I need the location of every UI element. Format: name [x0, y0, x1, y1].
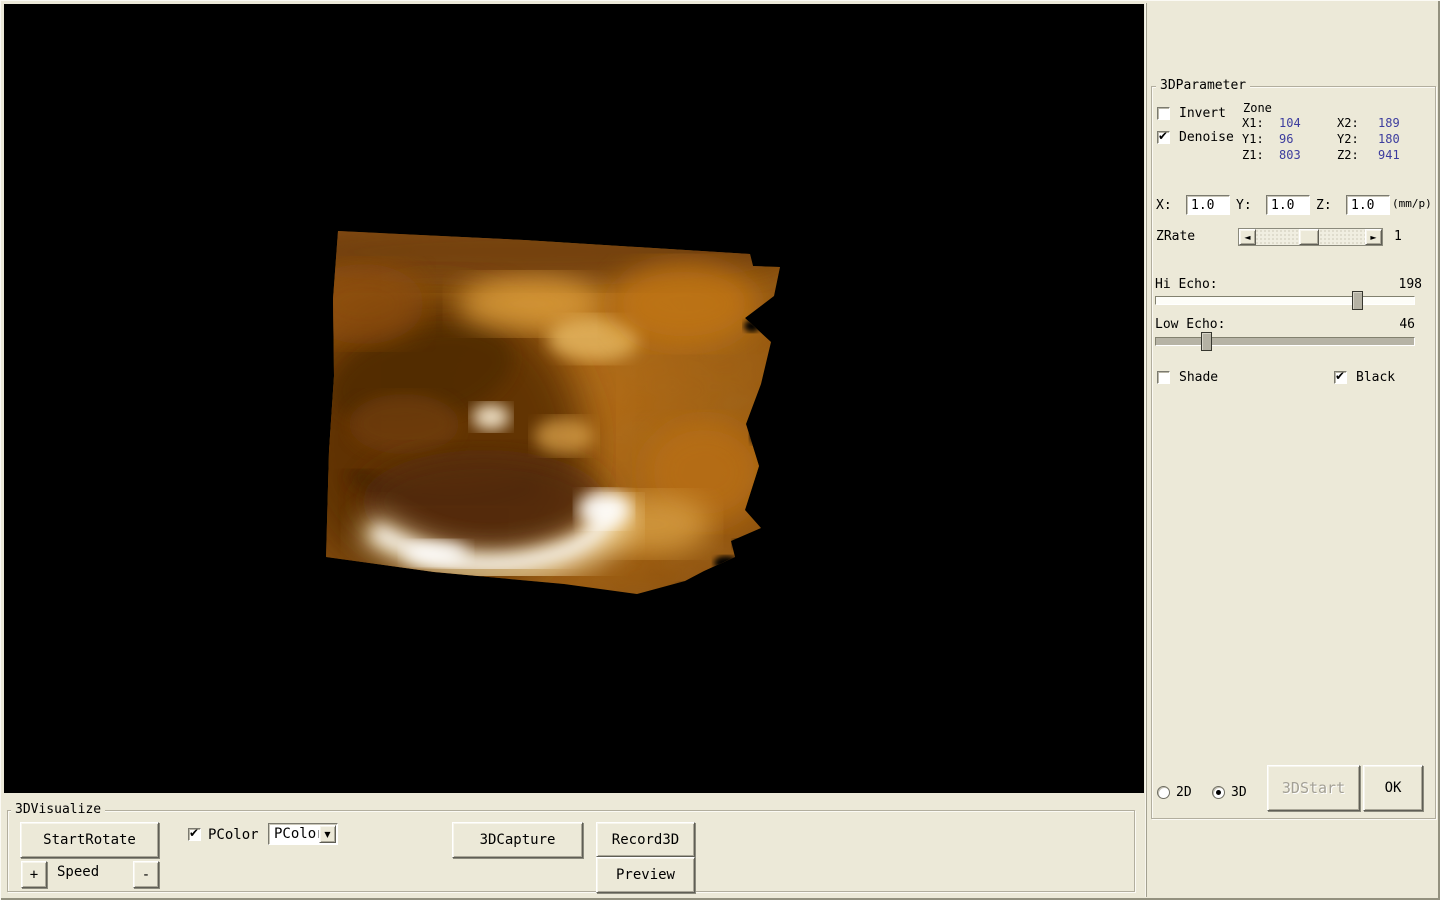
- ultrasound-render: [326, 231, 780, 594]
- zone-x2-value: 189: [1378, 116, 1400, 130]
- low-echo-value: 46: [1399, 317, 1415, 332]
- render-viewport[interactable]: [4, 4, 1144, 793]
- zone-y2-label: Y2:: [1337, 132, 1359, 146]
- black-label: Black: [1356, 370, 1396, 385]
- shade-label: Shade: [1179, 370, 1219, 385]
- mode-2d-radio[interactable]: [1157, 786, 1170, 799]
- pcolor-label: PColor: [208, 827, 259, 843]
- app-window: 3DParameter Invert Denoise Zone X1: 104 …: [0, 0, 1440, 900]
- pcolor-dropdown-value: PColor: [274, 826, 325, 842]
- y-scale-input[interactable]: [1266, 195, 1310, 215]
- y-scale-label: Y:: [1236, 198, 1252, 213]
- zone-x2-label: X2:: [1337, 116, 1359, 130]
- mode-3d-label: 3D: [1231, 785, 1247, 800]
- black-checkbox[interactable]: [1334, 369, 1347, 384]
- pcolor-dropdown[interactable]: PColor ▼: [268, 823, 338, 845]
- speed-minus-button[interactable]: -: [133, 861, 159, 888]
- ok-button[interactable]: OK: [1363, 765, 1423, 811]
- parameter-group-title: 3DParameter: [1156, 79, 1251, 93]
- zrate-left-arrow-icon[interactable]: ◄: [1239, 229, 1256, 245]
- speed-label: Speed: [57, 864, 100, 880]
- mode-3d-radio[interactable]: [1212, 786, 1225, 799]
- mode-2d-label: 2D: [1176, 785, 1192, 800]
- 3dcapture-button[interactable]: 3DCapture: [452, 822, 583, 858]
- visualize-group-title: 3DVisualize: [11, 803, 106, 817]
- panel-divider: [1146, 3, 1147, 897]
- zone-x1-label: X1:: [1242, 116, 1264, 130]
- pcolor-checkbox[interactable]: [188, 826, 201, 841]
- chevron-down-icon[interactable]: ▼: [319, 825, 336, 843]
- invert-label: Invert: [1179, 106, 1226, 121]
- zrate-scroll-thumb[interactable]: [1299, 229, 1319, 245]
- zrate-value: 1: [1394, 229, 1402, 244]
- 3dstart-button[interactable]: 3DStart: [1267, 765, 1360, 811]
- x-scale-label: X:: [1156, 198, 1172, 213]
- zone-z1-value: 803: [1279, 148, 1301, 162]
- hi-echo-slider-thumb[interactable]: [1352, 291, 1363, 310]
- zone-y1-label: Y1:: [1242, 132, 1264, 146]
- record3d-button[interactable]: Record3D: [596, 822, 695, 857]
- start-rotate-button[interactable]: StartRotate: [20, 822, 159, 858]
- speed-plus-button[interactable]: +: [21, 861, 47, 888]
- denoise-label: Denoise: [1179, 130, 1234, 145]
- z-scale-input[interactable]: [1346, 195, 1390, 215]
- low-echo-slider-track[interactable]: [1155, 337, 1415, 346]
- low-echo-slider-thumb[interactable]: [1201, 332, 1212, 351]
- invert-checkbox[interactable]: [1157, 107, 1170, 120]
- scale-unit-label: (mm/p): [1392, 197, 1432, 210]
- zone-y1-value: 96: [1279, 132, 1294, 146]
- zone-y2-value: 180: [1378, 132, 1400, 146]
- denoise-checkbox[interactable]: [1157, 129, 1170, 144]
- zone-z2-label: Z2:: [1337, 148, 1359, 162]
- low-echo-label: Low Echo:: [1155, 317, 1226, 332]
- hi-echo-slider-track[interactable]: [1155, 296, 1415, 305]
- z-scale-label: Z:: [1316, 198, 1332, 213]
- zone-z2-value: 941: [1378, 148, 1400, 162]
- x-scale-input[interactable]: [1186, 195, 1230, 215]
- zrate-right-arrow-icon[interactable]: ►: [1365, 229, 1382, 245]
- zrate-label: ZRate: [1156, 229, 1196, 244]
- zrate-scrollbar[interactable]: ◄ ►: [1238, 228, 1383, 246]
- zone-title: Zone: [1243, 101, 1272, 115]
- zone-z1-label: Z1:: [1242, 148, 1264, 162]
- shade-checkbox[interactable]: [1157, 371, 1170, 384]
- preview-button[interactable]: Preview: [596, 857, 695, 893]
- hi-echo-value: 198: [1398, 277, 1422, 292]
- zone-x1-value: 104: [1279, 116, 1301, 130]
- hi-echo-label: Hi Echo:: [1155, 277, 1218, 292]
